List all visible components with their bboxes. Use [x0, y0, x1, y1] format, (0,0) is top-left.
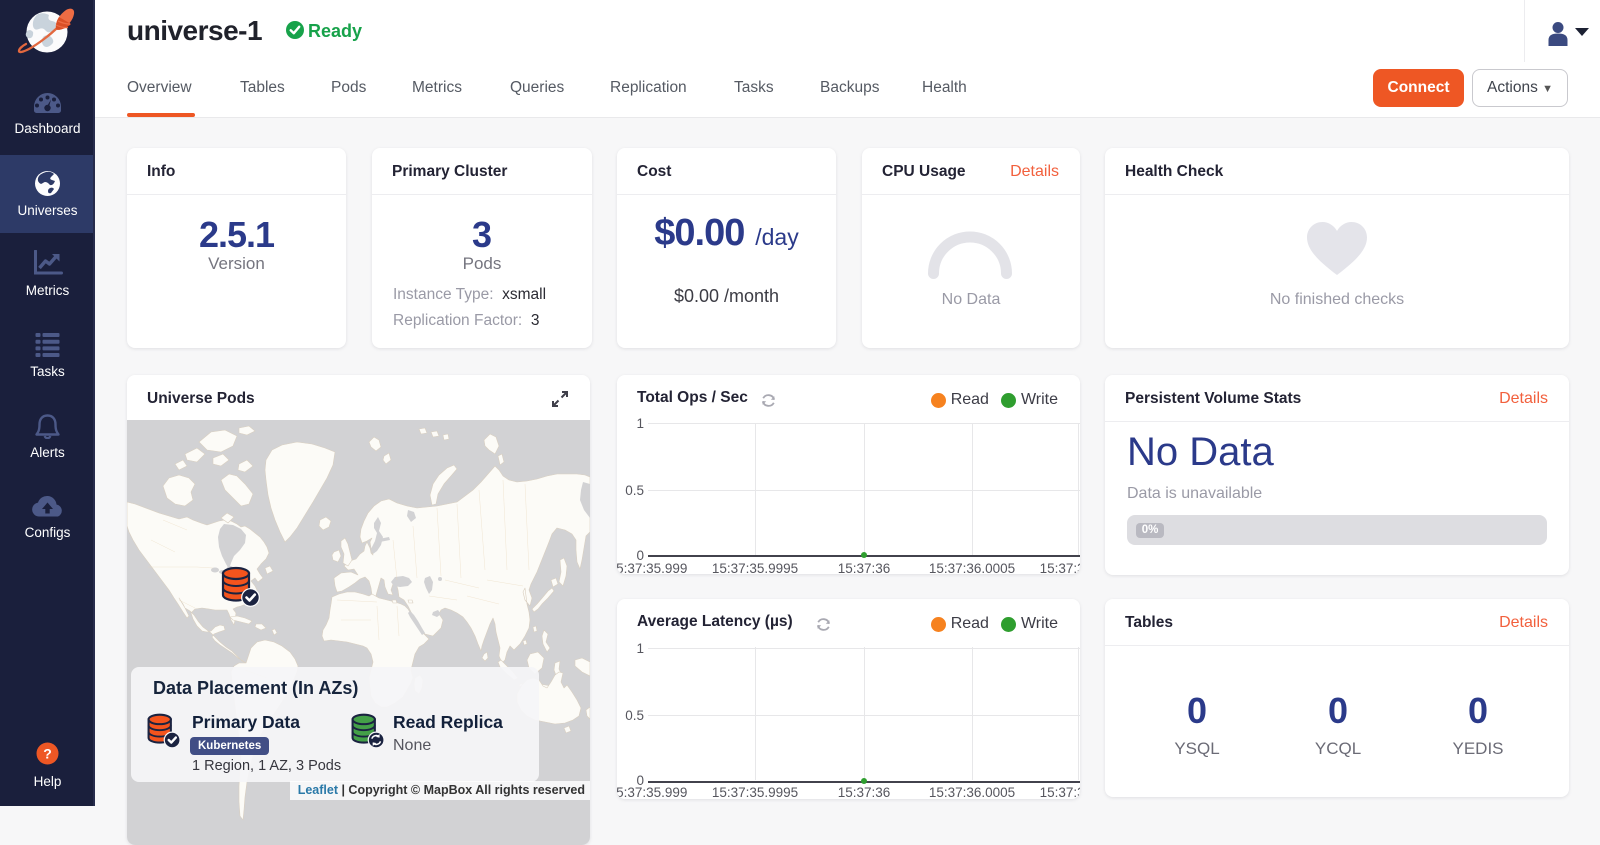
svg-text:?: ? — [43, 746, 52, 762]
